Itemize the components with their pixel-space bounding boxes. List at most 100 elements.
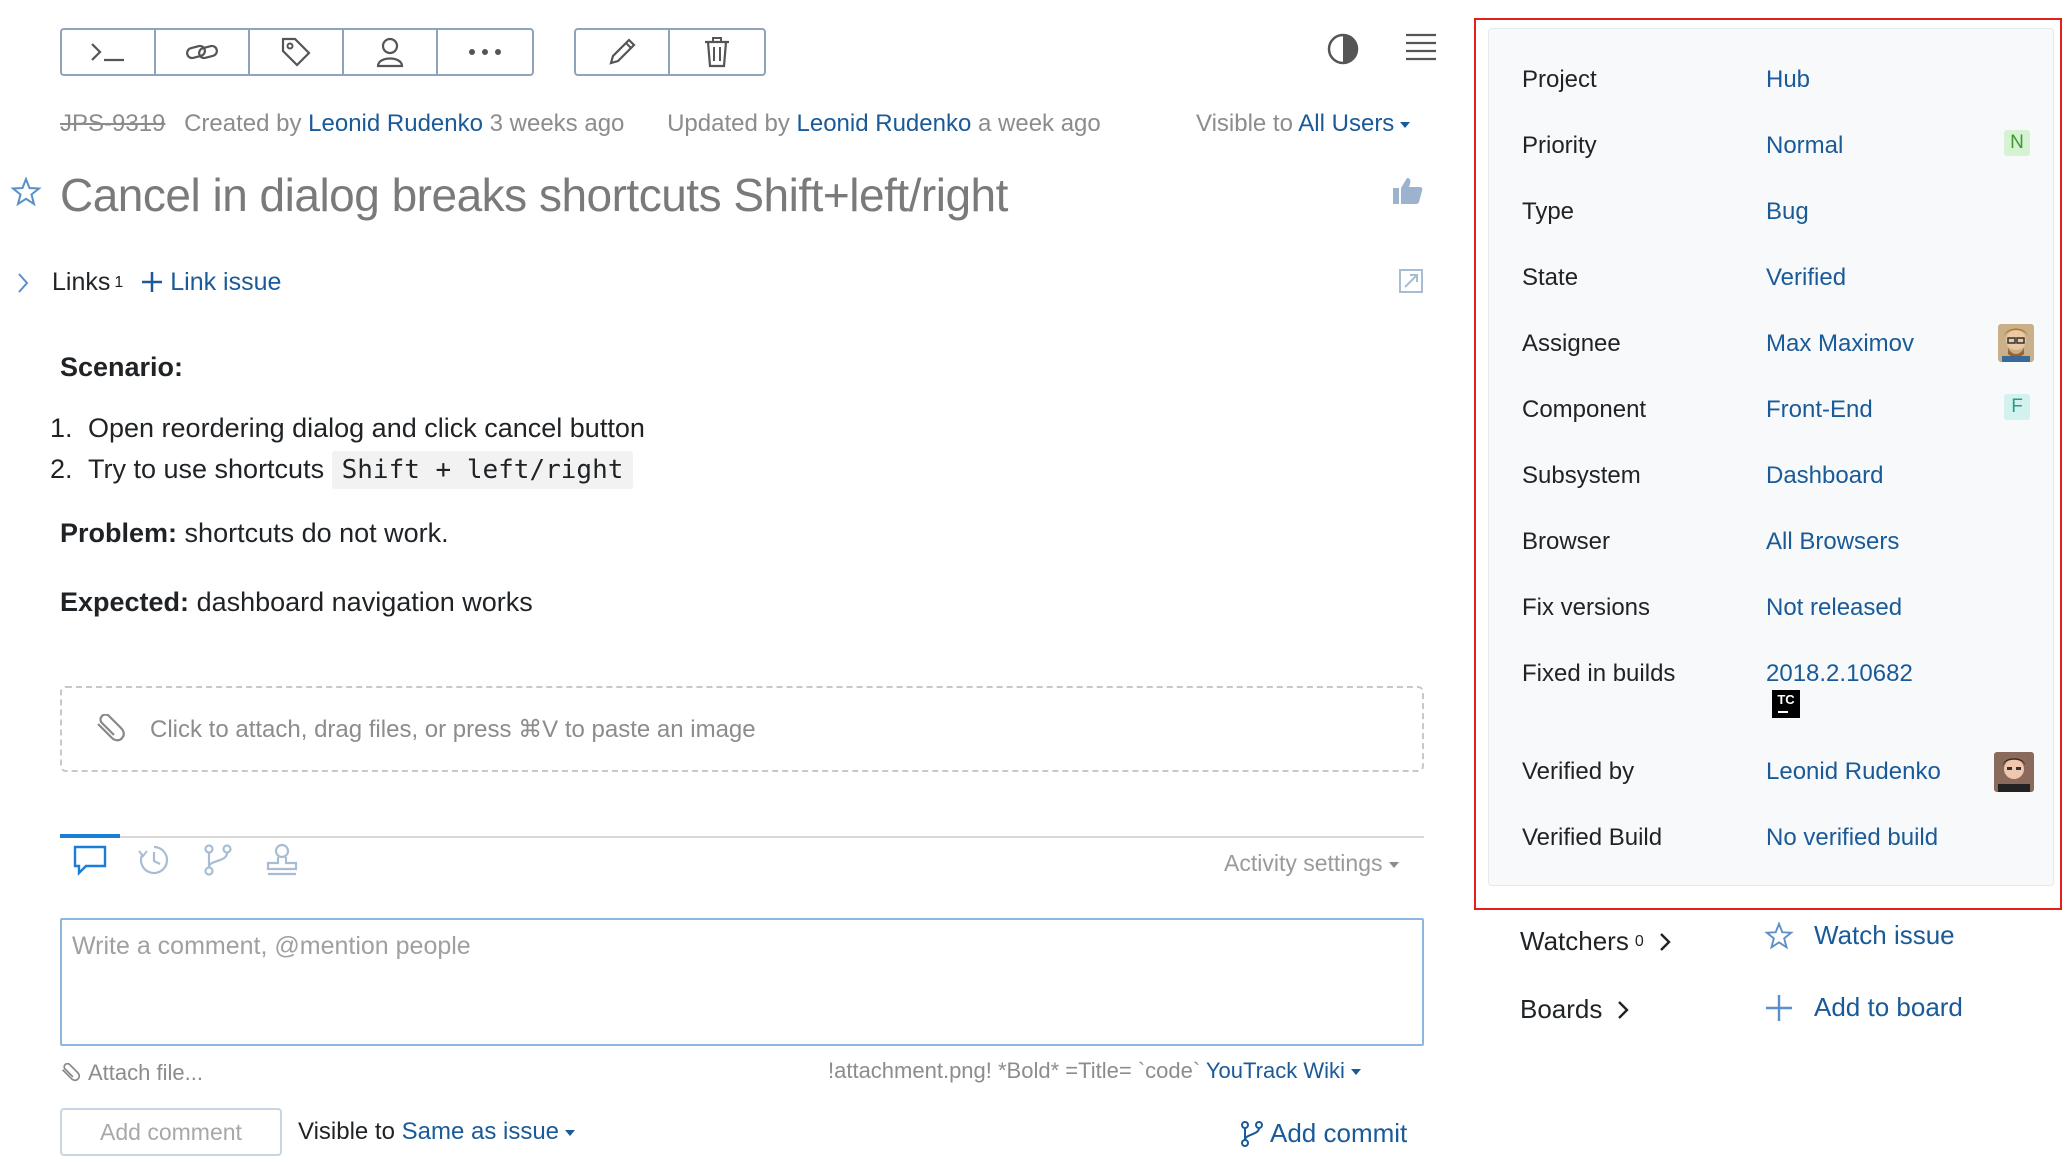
toolbar-group-actions — [60, 28, 534, 76]
expected-label: Expected: — [60, 587, 190, 618]
contrast-icon[interactable] — [1326, 32, 1360, 66]
field-label-assignee: Assignee — [1522, 330, 1621, 357]
pencil-icon — [609, 38, 636, 65]
markup-hint: !attachment.png! *Bold* =Title= `code` Y… — [828, 1058, 1361, 1084]
view-options — [1326, 32, 1438, 66]
field-label-verified-by: Verified by — [1522, 758, 1635, 785]
branch-icon — [1241, 1120, 1263, 1147]
component-badge: F — [2004, 394, 2030, 420]
watchers-toggle[interactable]: Watchers 0 — [1520, 926, 1672, 957]
activity-settings-label: Activity settings — [1224, 850, 1383, 876]
field-value-state[interactable]: Verified — [1766, 264, 1846, 292]
links-section: Links 1 Link issue — [16, 268, 281, 297]
visibility-dropdown[interactable]: All Users — [1298, 110, 1411, 137]
attachment-dropzone[interactable]: Click to attach, drag files, or press ⌘V… — [60, 686, 1424, 772]
links-label[interactable]: Links — [52, 268, 110, 297]
assignee-avatar — [1998, 324, 2034, 362]
link-issue-button[interactable]: Link issue — [141, 268, 281, 297]
step-item: Try to use shortcuts Shift + left/right — [80, 451, 645, 490]
caret-down-icon — [1388, 861, 1399, 868]
updated-by-link[interactable]: Leonid Rudenko — [797, 110, 972, 137]
field-label-type: Type — [1522, 198, 1575, 225]
link-button[interactable] — [156, 30, 250, 74]
field-value-project[interactable]: Hub — [1766, 66, 1810, 94]
field-value-assignee[interactable]: Max Maximov — [1766, 330, 1914, 358]
trash-icon — [705, 37, 729, 68]
comment-visibility-dropdown[interactable]: Same as issue — [401, 1118, 576, 1145]
field-value-verified-by[interactable]: Leonid Rudenko — [1766, 758, 1941, 786]
link-icon — [186, 44, 218, 60]
scenario-steps: Open reordering dialog and click cancel … — [80, 411, 645, 490]
chevron-right-icon — [1618, 1000, 1630, 1019]
step-text: Try to use shortcuts — [88, 454, 325, 485]
add-to-board-button[interactable]: Add to board — [1764, 992, 1963, 1023]
worklog-tab-icon[interactable] — [264, 842, 300, 878]
add-to-board-label: Add to board — [1814, 992, 1963, 1022]
teamcity-logo-icon: TC — [1772, 690, 1800, 718]
vcs-tab-icon[interactable] — [200, 842, 236, 878]
issue-description: Scenario: Open reordering dialog and cli… — [60, 350, 645, 620]
chevron-right-icon[interactable] — [16, 271, 30, 295]
issue-visibility: Visible to All Users — [1196, 110, 1411, 138]
plus-icon — [1766, 994, 1792, 1021]
problem-paragraph: Problem: shortcuts do not work. — [60, 516, 645, 551]
thumbs-up-icon[interactable] — [1392, 176, 1424, 211]
assign-button[interactable] — [344, 30, 438, 74]
more-icon — [469, 49, 501, 55]
toolbar-group-edit — [574, 28, 766, 76]
star-icon[interactable] — [10, 176, 42, 213]
field-label-priority: Priority — [1522, 132, 1597, 159]
edit-button[interactable] — [576, 30, 670, 74]
history-tab-icon[interactable] — [136, 842, 172, 878]
expected-paragraph: Expected: dashboard navigation works — [60, 585, 645, 620]
activity-settings-dropdown[interactable]: Activity settings — [1224, 850, 1399, 877]
issue-id[interactable]: JPS-9319 — [60, 110, 165, 137]
field-value-fix-versions[interactable]: Not released — [1766, 594, 1902, 622]
verified-by-avatar — [1994, 752, 2034, 792]
dropzone-text: Click to attach, drag files, or press ⌘V… — [150, 715, 756, 743]
more-button[interactable] — [438, 30, 532, 74]
comments-tab-icon[interactable] — [72, 842, 108, 878]
comment-placeholder: Write a comment, @mention people — [72, 932, 471, 960]
field-value-browser[interactable]: All Browsers — [1766, 528, 1899, 556]
star-icon — [1764, 920, 1794, 949]
watchers-label: Watchers — [1520, 926, 1629, 956]
delete-button[interactable] — [670, 30, 764, 74]
field-value-type[interactable]: Bug — [1766, 198, 1809, 226]
add-commit-button[interactable]: Add commit — [1240, 1118, 1407, 1149]
add-comment-label: Add comment — [100, 1118, 242, 1145]
terminal-icon — [91, 43, 124, 62]
comment-visibility-value: Same as issue — [401, 1118, 560, 1145]
updated-prefix: Updated by — [667, 110, 790, 137]
field-label-fixed-in-builds: Fixed in builds — [1522, 660, 1676, 687]
menu-lines-icon[interactable] — [1404, 32, 1438, 62]
boards-label: Boards — [1520, 994, 1603, 1024]
add-comment-button[interactable]: Add comment — [60, 1108, 282, 1156]
watch-issue-label: Watch issue — [1814, 920, 1955, 950]
created-by-link[interactable]: Leonid Rudenko — [308, 110, 483, 137]
field-value-verified-build[interactable]: No verified build — [1766, 824, 1938, 852]
link-issue-label: Link issue — [170, 268, 282, 296]
attach-file-link[interactable]: Attach file... — [60, 1060, 203, 1086]
field-value-subsystem[interactable]: Dashboard — [1766, 462, 1883, 490]
watch-issue-button[interactable]: Watch issue — [1764, 920, 1955, 951]
visibility-value: All Users — [1298, 110, 1395, 137]
open-in-new-icon[interactable] — [1398, 268, 1424, 299]
paperclip-icon — [61, 1063, 81, 1082]
boards-toggle[interactable]: Boards — [1520, 994, 1630, 1025]
attach-file-label: Attach file... — [88, 1060, 203, 1085]
visible-prefix: Visible to — [1196, 110, 1293, 137]
command-button[interactable] — [62, 30, 156, 74]
issue-title[interactable]: Cancel in dialog breaks shortcuts Shift+… — [60, 168, 1008, 222]
wiki-syntax-dropdown[interactable]: YouTrack Wiki — [1206, 1058, 1361, 1083]
activity-tabs — [72, 842, 300, 878]
tag-button[interactable] — [250, 30, 344, 74]
field-label-project: Project — [1522, 66, 1597, 93]
add-commit-label: Add commit — [1270, 1118, 1408, 1148]
field-value-fixed-in-builds[interactable]: 2018.2.10682 — [1766, 660, 1913, 688]
comment-input[interactable]: Write a comment, @mention people — [60, 918, 1424, 1046]
field-value-component[interactable]: Front-End — [1766, 396, 1873, 424]
issue-toolbar — [60, 28, 766, 76]
caret-down-icon — [1400, 121, 1411, 128]
field-value-priority[interactable]: Normal — [1766, 132, 1843, 160]
